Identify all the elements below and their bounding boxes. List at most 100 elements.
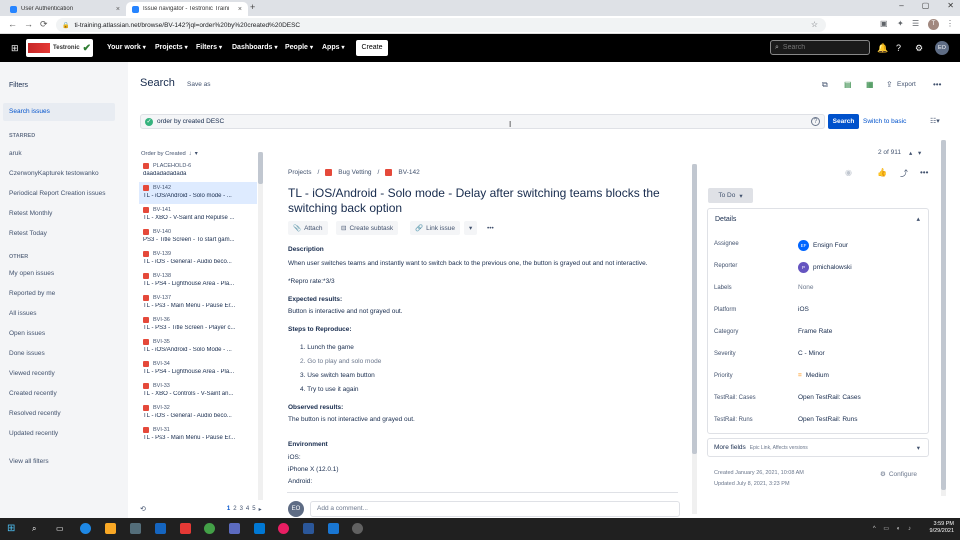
page-link[interactable]: 4 [246,506,249,512]
nav-people[interactable]: People ▾ [285,44,313,51]
chevron-down-icon[interactable]: ▾ [464,221,478,235]
mail-icon[interactable] [155,523,166,534]
issue-list-item[interactable]: BV-140 PS3 - Title Screen - To start gam.… [139,226,257,248]
sidebar-item-other[interactable]: Done issues [9,350,45,357]
new-tab-icon[interactable]: + [250,2,255,12]
export-button[interactable]: Export [897,81,916,88]
sidebar-item-starred[interactable]: Periodical Report Creation issues [9,190,105,197]
field-value[interactable]: iOS [798,306,809,313]
sidebar-item-other[interactable]: Resolved recently [9,410,61,417]
sidebar-item-starred[interactable]: Retest Monthly [9,210,52,217]
windows-start-icon[interactable]: ⊞ [7,523,18,534]
forward-icon[interactable]: → [24,19,33,29]
page-link[interactable]: 5 [252,506,255,512]
close-icon[interactable]: × [116,6,120,13]
help-icon[interactable]: ? [811,117,820,126]
issue-list-item[interactable]: BVI-33 TL - XBO - Controls - V-Saint an..… [139,380,257,402]
task-view-icon[interactable]: ▭ [56,523,67,534]
system-clock[interactable]: 3:59 PM 9/29/2021 [930,521,954,535]
maximize-icon[interactable]: ▢ [922,1,930,10]
user-avatar[interactable]: EO [935,41,949,55]
sidebar-item-starred[interactable]: aruk [9,150,22,157]
issue-title[interactable]: TL - iOS/Android - Solo mode - Delay aft… [288,186,688,216]
switch-to-basic-link[interactable]: Switch to basic [863,118,906,125]
settings-gear-icon[interactable]: ⚙ [915,43,923,54]
page-link[interactable]: 1 [227,506,230,512]
app-icon[interactable] [328,523,339,534]
breadcrumb-project[interactable]: Bug Vetting [338,169,371,176]
issue-list-item[interactable]: BV-137 TL - Ps3 - Main Menu - Pause Er... [139,292,257,314]
bookmark-star-icon[interactable]: ☆ [811,20,818,29]
sidebar-item-starred[interactable]: CzerwonyKapturek testowanko [9,170,99,177]
word-icon[interactable] [303,523,314,534]
notifications-icon[interactable]: 🔔 [877,43,888,54]
reload-icon[interactable]: ⟳ [40,19,48,30]
like-icon[interactable]: 👍 [877,168,887,177]
more-actions-icon[interactable]: ••• [482,221,499,235]
share-icon[interactable]: ⧉ [822,80,828,90]
nav-your-work[interactable]: Your work ▾ [107,44,146,51]
excel-icon[interactable]: ▤ [844,80,852,89]
next-page-icon[interactable]: ▸ [259,506,262,513]
outlook-icon[interactable] [254,523,265,534]
scroll-thumb[interactable] [941,140,946,490]
field-value[interactable]: Frame Rate [798,328,832,335]
page-link[interactable]: 3 [240,506,243,512]
issue-list-item[interactable]: BV-141 TL - XBO - V-Saint and Repulse ... [139,204,257,226]
browser-tab-active[interactable]: Issue navigator - Testronic Traini × [126,2,248,16]
app-icon[interactable] [352,523,363,534]
store-icon[interactable] [130,523,141,534]
issue-list-item[interactable]: BVI-36 TL - PS3 - Title Screen - Player c… [139,314,257,336]
back-icon[interactable]: ← [8,19,17,29]
configure-button[interactable]: ⚙ Configure [880,470,917,479]
field-value[interactable]: EF Ensign Four [798,240,848,251]
breadcrumb-issue-key[interactable]: BV-142 [398,169,419,176]
nav-filters[interactable]: Filters ▾ [196,44,222,51]
puzzle-icon[interactable]: ✦ [897,19,904,28]
issue-list-item[interactable]: BV-138 TL - PS4 - Lighthouse Area - Pla..… [139,270,257,292]
field-value[interactable]: = Medium [798,372,829,379]
issue-list-item[interactable]: BV-142 TL - iOS/Android - Solo mode - ... [139,182,257,204]
create-button[interactable]: Create [356,40,388,56]
edge-icon[interactable] [80,523,91,534]
sidebar-item-other[interactable]: Created recently [9,390,57,397]
chevron-up-icon[interactable]: ▴ [916,215,920,223]
app-icon[interactable] [278,523,289,534]
issue-list-item[interactable]: BVI-35 TL - iOS/Android - Solo Mode - ... [139,336,257,358]
share-icon[interactable]: ⤴ [900,168,908,179]
nav-dashboards[interactable]: Dashboards ▾ [232,44,277,51]
jql-query-field[interactable]: ✓ order by created DESC ? [140,114,825,129]
minimize-icon[interactable]: – [899,1,903,10]
close-icon[interactable]: × [238,6,242,13]
url-field[interactable]: 🔒 ti-training.atlassian.net/browse/BV-14… [56,18,826,32]
sidebar-item-other[interactable]: Updated recently [9,430,58,437]
browser-profile-avatar[interactable]: T [928,19,939,30]
sidebar-item-search-issues[interactable]: Search issues [3,103,115,121]
issue-list-item[interactable]: PLACEHOLD-6 daadadadadada [139,160,257,182]
page-link[interactable]: 2 [233,506,236,512]
sidebar-item-other[interactable]: Reported by me [9,290,55,297]
file-explorer-icon[interactable] [105,523,116,534]
watch-eye-icon[interactable]: ◉ [845,168,852,177]
app-switcher-icon[interactable]: ⊞ [11,43,19,54]
more-actions-icon[interactable]: ••• [920,168,928,177]
testronic-logo[interactable]: Testronic ✔ [26,39,93,57]
field-value[interactable]: None [798,284,814,291]
list-scrollbar[interactable] [258,152,263,500]
field-value[interactable]: Open TestRail: Runs [798,416,858,423]
chevron-up-icon[interactable]: ▴ [909,149,912,157]
attach-button[interactable]: 📎 Attach [288,221,328,235]
refresh-icon[interactable]: ⟲ [140,505,146,513]
view-toggle-icon[interactable]: ☷▾ [930,117,940,125]
sidebar-item-other[interactable]: Open issues [9,330,45,337]
search-icon[interactable]: ⌕ [32,523,43,534]
help-icon[interactable]: ? [896,43,901,53]
browser-tab[interactable]: User Authentication × [4,2,126,16]
close-window-icon[interactable]: ✕ [947,1,954,10]
sheets-icon[interactable]: ▦ [866,80,874,89]
field-value[interactable]: Ppmichalowski [798,262,852,273]
save-as-button[interactable]: Save as [187,81,211,88]
field-value[interactable]: Open TestRail: Cases [798,394,861,401]
global-search[interactable]: ⌕ [770,40,870,55]
breadcrumb-projects[interactable]: Projects [288,169,311,176]
